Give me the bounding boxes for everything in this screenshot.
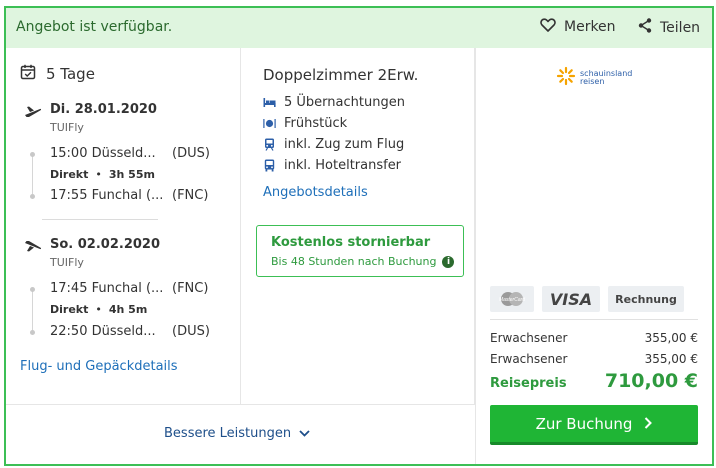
outbound-direct-label: Direkt [50, 168, 89, 181]
restaurant-icon [263, 117, 276, 130]
cancellation-subtitle: Bis 48 Stunden nach Buchung [271, 255, 437, 268]
flight-details-link[interactable]: Flug- und Gepäckdetails [20, 359, 178, 374]
price-row-label: Erwachsener [490, 331, 568, 345]
feature-transfer: inkl. Hoteltransfer [263, 158, 401, 173]
availability-bar: Angebot ist verfügbar. Merken Teilen [6, 8, 712, 48]
provider-logo: schauinsland reisen [556, 66, 632, 90]
inbound-airline: TUIFly [50, 256, 84, 269]
mastercard-icon: MasterCard [490, 286, 534, 312]
inbound-arrival: 22:50 Düsseld... (DUS) [50, 324, 212, 339]
outbound-dep-dot [30, 152, 35, 157]
feature-breakfast-label: Frühstück [284, 116, 348, 131]
outbound-route-line [32, 154, 33, 194]
mastercard-label: MasterCard [499, 297, 525, 303]
cancellation-title: Kostenlos stornierbar [271, 235, 431, 250]
more-benefits-bar: Bessere Leistungen [6, 404, 475, 464]
feature-train-label: inkl. Zug zum Flug [284, 137, 405, 152]
save-label: Merken [564, 19, 616, 35]
chevron-down-icon [299, 426, 310, 441]
feature-breakfast: Frühstück [263, 116, 347, 131]
provider-logo-line2: reisen [580, 77, 605, 86]
inbound-arr-dot [30, 330, 35, 335]
outbound-arrival: 17:55 Funchal (... (FNC) [50, 188, 212, 203]
provider-logo-text: schauinsland reisen [580, 70, 632, 86]
offer-details-link[interactable]: Angebotsdetails [263, 185, 368, 200]
bus-icon [263, 159, 276, 172]
inbound-dep-time-place: 17:45 Funchal (... [50, 281, 164, 296]
calendar-icon [20, 64, 36, 84]
feature-train: inkl. Zug zum Flug [263, 137, 404, 152]
outbound-arr-dot [30, 194, 35, 199]
inbound-direct: Direkt • 4h 5m [50, 303, 148, 316]
room-title: Doppelzimmer 2Erw. [263, 66, 419, 84]
heart-icon [540, 18, 556, 36]
price-row: Erwachsener 355,00 € [490, 331, 698, 345]
inbound-flight-duration: 4h 5m [108, 303, 148, 316]
inbound-route-line [32, 289, 33, 331]
bed-icon [263, 96, 276, 109]
availability-text: Angebot ist verfügbar. [16, 19, 173, 35]
outbound-flight-duration: 3h 55m [108, 168, 155, 181]
total-price-label: Reisepreis [490, 376, 567, 391]
share-button[interactable]: Teilen [638, 18, 700, 37]
trip-duration: 5 Tage [20, 64, 95, 84]
inbound-arr-code: (DUS) [172, 324, 210, 339]
outbound-dep-time-place: 15:00 Düsseld... [50, 146, 156, 161]
price-row: Erwachsener 355,00 € [490, 352, 698, 366]
outbound-dep-code: (DUS) [172, 146, 210, 161]
sun-logo-icon [556, 66, 576, 90]
total-price: Reisepreis 710,00 € [490, 370, 698, 392]
total-price-value: 710,00 € [604, 370, 698, 392]
departure-plane-icon [24, 104, 42, 123]
inbound-departure: 17:45 Funchal (... (FNC) [50, 281, 212, 296]
payment-methods: MasterCard VISA Rechnung [490, 286, 684, 312]
better-benefits-label: Bessere Leistungen [164, 426, 292, 441]
arrival-plane-icon [24, 238, 42, 257]
price-divider [490, 319, 698, 320]
price-column: schauinsland reisen MasterCard VISA Rech… [475, 48, 712, 464]
feature-nights: 5 Übernachtungen [263, 95, 405, 110]
info-icon[interactable]: i [442, 255, 455, 268]
outbound-airline: TUIFly [50, 121, 84, 134]
outbound-date: Di. 28.01.2020 [50, 102, 157, 117]
feature-transfer-label: inkl. Hoteltransfer [284, 158, 402, 173]
share-icon [638, 18, 652, 37]
room-column: Doppelzimmer 2Erw. 5 Übernachtungen Früh… [241, 48, 475, 404]
inbound-date: So. 02.02.2020 [50, 237, 160, 252]
book-button[interactable]: Zur Buchung [490, 405, 698, 445]
invoice-badge: Rechnung [608, 286, 684, 312]
free-cancellation-box: Kostenlos stornierbar Bis 48 Stunden nac… [256, 225, 464, 277]
price-row-value: 355,00 € [644, 352, 698, 366]
price-row-label: Erwachsener [490, 352, 568, 366]
offer-card: Angebot ist verfügbar. Merken Teilen 5 T… [4, 6, 714, 466]
chevron-right-icon [644, 415, 653, 433]
price-row-value: 355,00 € [644, 331, 698, 345]
save-button[interactable]: Merken [540, 18, 616, 36]
inbound-arr-time-place: 22:50 Düsseld... [50, 324, 156, 339]
book-button-label: Zur Buchung [535, 414, 633, 433]
cancellation-subtitle-row: Bis 48 Stunden nach Buchung i [271, 255, 455, 268]
inbound-dep-code: (FNC) [172, 281, 209, 296]
duration-text: 5 Tage [46, 65, 95, 83]
outbound-arr-time-place: 17:55 Funchal (... [50, 188, 164, 203]
visa-icon: VISA [542, 286, 600, 312]
feature-nights-label: 5 Übernachtungen [284, 95, 405, 110]
share-label: Teilen [660, 19, 701, 36]
inbound-direct-label: Direkt [50, 303, 89, 316]
outbound-arr-code: (FNC) [172, 188, 209, 203]
segment-divider [42, 219, 158, 220]
train-icon [263, 138, 276, 151]
inbound-dep-dot [30, 287, 35, 292]
outbound-departure: 15:00 Düsseld... (DUS) [50, 146, 212, 161]
better-benefits-toggle[interactable]: Bessere Leistungen [164, 426, 310, 441]
outbound-direct: Direkt • 3h 55m [50, 168, 155, 181]
flight-column: 5 Tage Di. 28.01.2020 TUIFly 15:00 Düsse… [6, 48, 241, 404]
